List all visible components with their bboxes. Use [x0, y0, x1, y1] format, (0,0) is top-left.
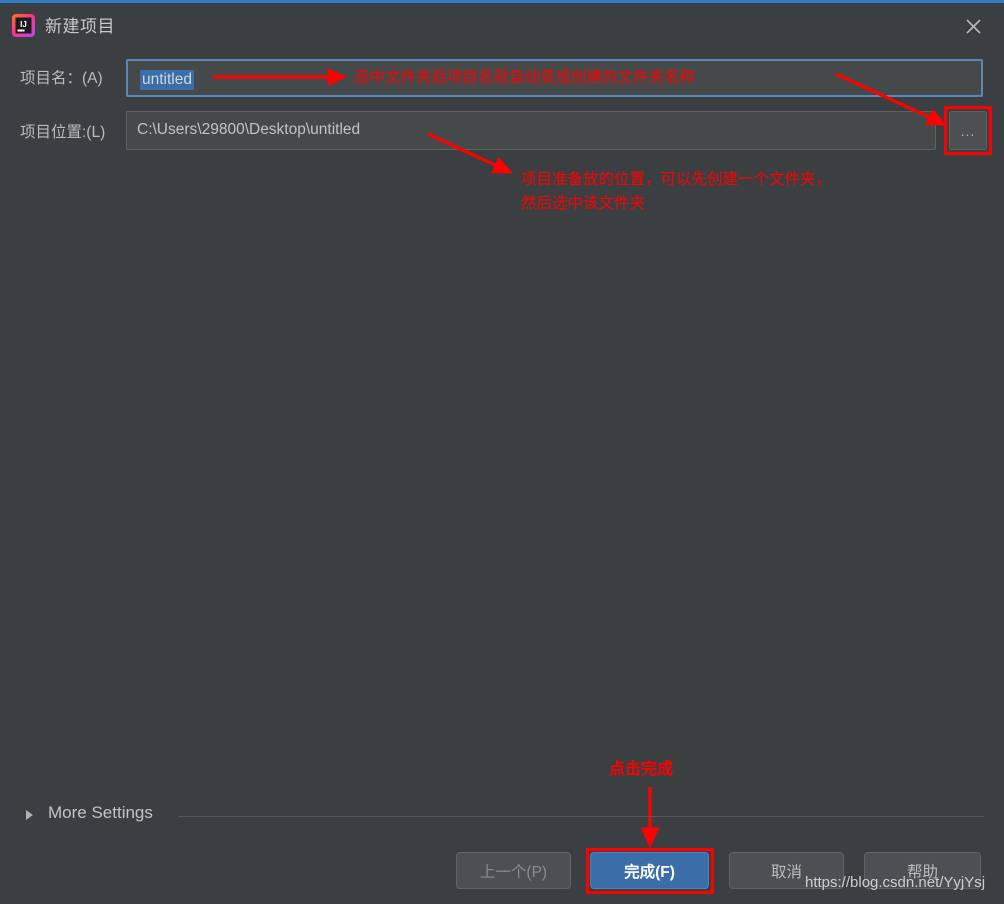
project-location-value: C:\Users\29800\Desktop\untitled — [137, 121, 361, 138]
more-settings-label: More Settings — [48, 803, 153, 822]
annotation-location-note: 项目准备放的位置，可以先创建一个文件夹， 然后选中该文件夹 — [521, 168, 831, 216]
svg-text:IJ: IJ — [20, 20, 27, 29]
project-location-label: 项目位置:(L) — [20, 124, 106, 141]
project-name-label: 项目名：(A) — [20, 70, 103, 87]
watermark-text: https://blog.csdn.net/YyjYsj — [805, 874, 986, 891]
more-settings-row[interactable]: More Settings — [0, 803, 1004, 829]
window-title: 新建项目 — [45, 17, 115, 36]
browse-button[interactable]: ... — [949, 111, 987, 150]
title-bar: IJ 新建项目 — [0, 3, 1004, 47]
annotation-location-note-line1: 项目准备放的位置，可以先创建一个文件夹， — [521, 171, 832, 188]
ellipsis-icon: ... — [960, 123, 976, 139]
previous-button[interactable]: 上一个(P) — [456, 852, 571, 889]
chevron-right-icon[interactable] — [26, 810, 33, 820]
project-name-value: untitled — [140, 70, 194, 90]
annotation-project-name-note: 选中文件夹后项目名就自动变成创建的文件夹名称 — [354, 69, 696, 86]
annotation-location-note-line2: 然后选中该文件夹 — [521, 195, 646, 212]
close-icon[interactable] — [956, 11, 990, 41]
intellij-idea-icon: IJ — [12, 14, 35, 37]
new-project-dialog: IJ 新建项目 项目名：(A) untitled 项目位置:(L) C:\Use… — [0, 0, 1004, 904]
annotation-finish-note: 点击完成 — [609, 761, 674, 778]
finish-button[interactable]: 完成(F) — [590, 852, 709, 889]
more-settings-divider — [178, 816, 984, 817]
project-location-input[interactable]: C:\Users\29800\Desktop\untitled — [126, 111, 936, 150]
